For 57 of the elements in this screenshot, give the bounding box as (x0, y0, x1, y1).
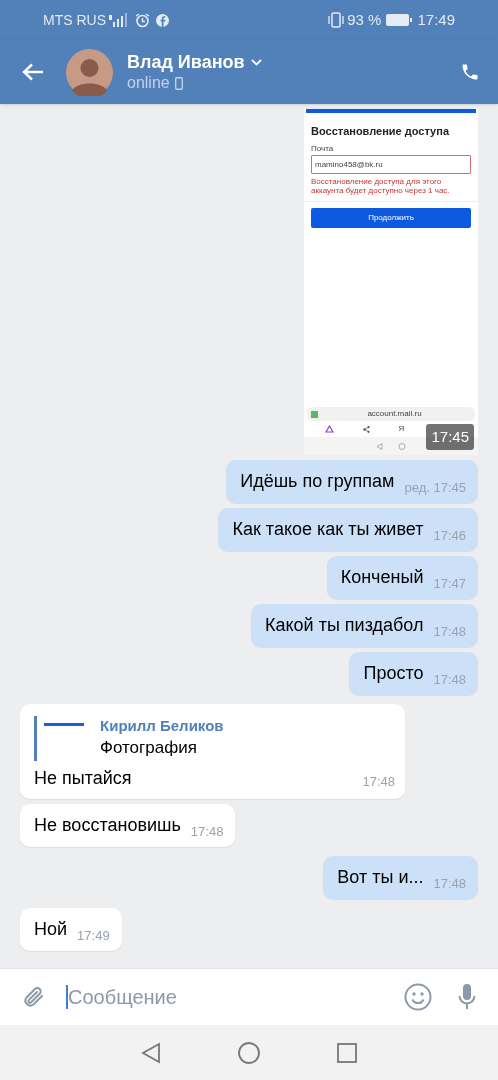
message-time: 17:48 (433, 670, 466, 689)
clock-time: 17:49 (417, 9, 455, 30)
text-cursor (66, 985, 68, 1009)
message-text: Не восстановишь (34, 814, 181, 837)
error-message: Восстановление доступа для этого аккаунта будет доступно через 1 час. (311, 177, 451, 195)
browser-letter: Я (398, 423, 405, 435)
chevron-down-icon[interactable] (250, 58, 262, 66)
phone-device-icon (174, 76, 183, 90)
screenshot-image[interactable]: Восстановление доступа Почта mamino458@bk.ru Восстановление доступа для этого аккаунта будет доступно через 1 час. Продолжить account.mail.ru Я 17:45 (304, 109, 478, 455)
share-icon (362, 425, 370, 433)
message-time: 17:47 (433, 574, 466, 593)
message-text: Конченый (340, 566, 424, 589)
quote-text: Фотография (100, 737, 198, 759)
time-badge: 17:45 (426, 423, 474, 450)
signal-icon (109, 13, 129, 27)
nav-home-icon[interactable] (238, 1041, 260, 1064)
alarm-icon (135, 12, 150, 28)
message-text: Ной (34, 918, 68, 941)
continue-button: Продолжить (311, 208, 471, 228)
message-text: Не пытайся (34, 767, 132, 790)
nav-buttons-drawing (376, 442, 406, 450)
message-text: Просто (363, 662, 424, 685)
email-field: mamino458@bk.ru (311, 155, 471, 174)
back-arrow-icon[interactable] (22, 63, 44, 81)
message-text: Вот ты и... (337, 866, 424, 889)
message-text: Как такое как ты живет (232, 518, 424, 541)
message-time: 17:46 (433, 526, 466, 545)
message-text: Идёшь по группам (240, 470, 395, 493)
field-label: Почта (311, 144, 335, 153)
triangle-icon (324, 425, 334, 433)
online-status: online (127, 73, 170, 93)
battery-icon (386, 14, 413, 26)
battery-percent: 93 % (347, 9, 382, 30)
contact-name[interactable]: Влад Иванов (127, 51, 245, 73)
paperclip-icon[interactable] (22, 984, 46, 1010)
quote-author: Кирилл Беликов (100, 716, 224, 735)
message-text: Какой ты пиздабол (265, 614, 424, 637)
notification-icon (156, 13, 169, 27)
message-time: 17:48 (190, 822, 224, 841)
message-time: 17:48 (362, 772, 395, 791)
smile-icon[interactable] (404, 983, 432, 1011)
microphone-icon[interactable] (458, 983, 476, 1011)
nav-back-icon[interactable] (141, 1041, 161, 1064)
phone-call-icon[interactable] (460, 62, 480, 82)
avatar[interactable] (66, 48, 113, 96)
url-text: account.mail.ru (366, 408, 423, 420)
vibrate-icon (327, 12, 346, 28)
carrier-name: MTS RUS (43, 10, 106, 30)
message-input-field[interactable]: Сообщение (68, 982, 348, 1012)
nav-recents-icon[interactable] (337, 1042, 357, 1063)
lock-icon (311, 410, 318, 418)
message-time: 17:49 (77, 926, 110, 945)
message-time: 17:48 (433, 622, 466, 641)
message-time: ред. 17:45 (404, 478, 466, 497)
message-input-bar[interactable]: Сообщение (0, 968, 498, 1025)
page-title: Восстановление доступа (311, 125, 451, 138)
message-time: 17:48 (433, 874, 466, 893)
